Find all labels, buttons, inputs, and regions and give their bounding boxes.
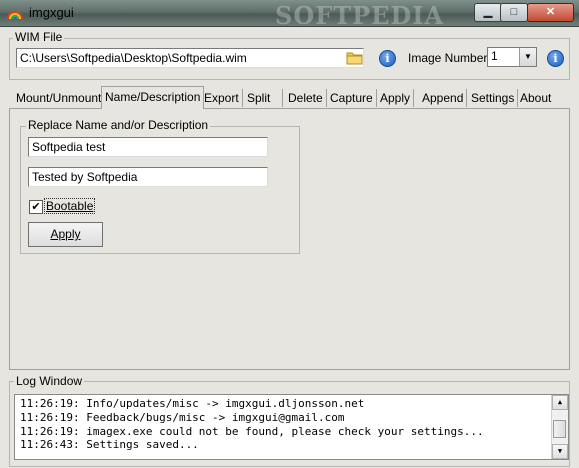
- name-input[interactable]: Softpedia test: [28, 137, 268, 157]
- window-title: imgxgui: [29, 5, 74, 20]
- folder-icon: [346, 52, 363, 65]
- apply-button-label: Apply: [50, 227, 81, 241]
- scroll-down-button[interactable]: ▼: [552, 444, 568, 459]
- log-line: 11:26:43: Settings saved...: [20, 438, 199, 452]
- checkmark-icon: ✔: [31, 201, 41, 213]
- info-icon-image-number[interactable]: i: [547, 50, 564, 67]
- scroll-thumb[interactable]: [553, 420, 566, 438]
- apply-button[interactable]: Apply: [28, 222, 103, 247]
- tab-name-description[interactable]: Name/Description: [101, 86, 205, 109]
- log-scrollbar[interactable]: ▲ ▼: [551, 395, 568, 459]
- close-icon: ✕: [545, 6, 556, 18]
- wim-file-label: WIM File: [13, 30, 65, 44]
- info-icon[interactable]: i: [379, 50, 396, 67]
- browse-button[interactable]: [345, 48, 365, 67]
- log-window-label: Log Window: [14, 374, 85, 388]
- minimize-button[interactable]: ▁: [474, 3, 502, 22]
- tab-mount-unmount[interactable]: Mount/Unmount: [13, 89, 106, 107]
- maximize-icon: □: [510, 6, 518, 18]
- tab-split[interactable]: Split: [244, 89, 283, 107]
- scroll-up-button[interactable]: ▲: [552, 395, 568, 410]
- minimize-icon: ▁: [483, 6, 493, 18]
- close-button[interactable]: ✕: [527, 3, 574, 22]
- image-number-value: 1: [491, 49, 498, 63]
- tab-about[interactable]: About: [517, 89, 554, 107]
- chevron-up-icon: ▲: [557, 398, 563, 406]
- description-input[interactable]: Tested by Softpedia: [28, 167, 268, 187]
- tab-apply[interactable]: Apply: [377, 89, 415, 107]
- log-line: 11:26:19: Feedback/bugs/misc -> imgxgui@…: [20, 410, 345, 424]
- image-number-label: Image Number:: [408, 51, 491, 65]
- log-line: 11:26:19: Info/updates/misc -> imgxgui.d…: [20, 397, 365, 410]
- maximize-button[interactable]: □: [500, 3, 528, 22]
- tab-append[interactable]: Append: [419, 89, 468, 107]
- bootable-checkbox[interactable]: ✔: [29, 200, 43, 214]
- tab-delete[interactable]: Delete: [285, 89, 327, 107]
- tab-export[interactable]: Export: [201, 89, 243, 107]
- chevron-down-icon: ▼: [557, 447, 563, 455]
- chevron-down-icon: ▼: [519, 48, 536, 66]
- title-bar[interactable]: imgxgui SOFTPEDIA ▁ □ ✕: [0, 0, 579, 30]
- tab-capture[interactable]: Capture: [327, 89, 377, 107]
- tab-settings[interactable]: Settings: [468, 89, 519, 107]
- watermark: SOFTPEDIA: [275, 1, 445, 30]
- app-rainbow-icon: [7, 11, 23, 20]
- replace-name-label: Replace Name and/or Description: [26, 118, 211, 132]
- log-textarea[interactable]: 11:26:19: Info/updates/misc -> imgxgui.d…: [14, 394, 569, 460]
- wim-path-field[interactable]: C:\Users\Softpedia\Desktop\Softpedia.wim: [16, 48, 364, 68]
- log-line: 11:26:19: imagex.exe could not be found,…: [20, 424, 484, 438]
- image-number-select[interactable]: 1 ▼: [487, 47, 537, 67]
- bootable-label[interactable]: Bootable: [43, 198, 96, 214]
